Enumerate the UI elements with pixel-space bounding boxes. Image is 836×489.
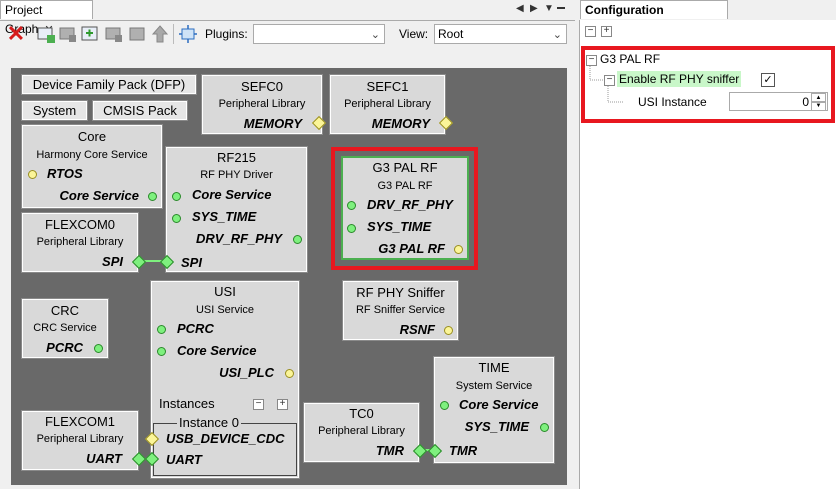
port-label: SYS_TIME <box>367 219 432 234</box>
port-core-service-icon[interactable] <box>148 192 157 201</box>
node-title: SEFC1 <box>366 79 409 94</box>
device-family-pack-button[interactable]: Device Family Pack (DFP) <box>22 75 196 94</box>
port-label: Core Service <box>59 188 140 203</box>
node-tc0[interactable]: TC0 Peripheral Library TMR <box>304 403 419 462</box>
port-core-service-icon[interactable] <box>172 192 181 201</box>
port-label: DRV_RF_PHY <box>196 231 282 246</box>
port-drv-rf-phy-icon[interactable] <box>293 235 302 244</box>
node-g3-pal-rf[interactable]: G3 PAL RF G3 PAL RF DRV_RF_PHY SYS_TIME … <box>341 156 469 260</box>
node-subtitle: RF Sniffer Service <box>355 304 446 316</box>
enable-rf-phy-sniffer-checkbox[interactable]: ✓ <box>761 73 775 87</box>
node-title: CRC <box>50 303 80 318</box>
port-label: SPI <box>181 255 202 270</box>
node-title: USI <box>214 284 236 299</box>
port-label: TMR <box>375 443 404 458</box>
port-label: PCRC <box>46 340 83 355</box>
port-label: PCRC <box>177 321 214 336</box>
port-rtos-icon[interactable] <box>28 170 37 179</box>
node-subtitle: USI Service <box>195 304 255 316</box>
port-label: Core Service <box>459 397 539 412</box>
node-usi[interactable]: USI USI Service PCRC Core Service USI_PL… <box>151 281 299 478</box>
port-label: USI_PLC <box>219 365 274 380</box>
expand-instances-icon[interactable]: + <box>277 399 288 410</box>
port-label: UART <box>86 451 122 466</box>
spinner-down-icon[interactable]: ▼ <box>811 101 826 111</box>
node-subtitle: G3 PAL RF <box>377 180 433 192</box>
port-pcrc-icon[interactable] <box>157 325 166 334</box>
port-label: Core Service <box>177 343 257 358</box>
port-label: USB_DEVICE_CDC <box>166 431 285 446</box>
instance-0-label: Instance 0 <box>177 415 241 430</box>
port-sys-time-icon[interactable] <box>540 423 549 432</box>
node-title: TC0 <box>349 406 374 421</box>
node-title: SEFC0 <box>241 79 283 94</box>
port-usi-plc-icon[interactable] <box>285 369 294 378</box>
node-title: TIME <box>478 360 510 375</box>
port-label: RTOS <box>47 166 83 181</box>
collapse-instances-icon[interactable]: − <box>253 399 264 410</box>
system-button[interactable]: System <box>22 101 87 120</box>
cmsis-pack-button[interactable]: CMSIS Pack <box>93 101 187 120</box>
node-title: FLEXCOM0 <box>44 217 116 232</box>
node-flexcom1[interactable]: FLEXCOM1 Peripheral Library UART <box>22 411 138 470</box>
port-g3-pal-rf-icon[interactable] <box>454 245 463 254</box>
node-subtitle: Peripheral Library <box>36 236 124 248</box>
node-crc[interactable]: CRC CRC Service PCRC <box>22 299 108 358</box>
usi-instance-label: USI Instance <box>638 95 707 109</box>
enable-rf-phy-sniffer-label: Enable RF PHY sniffer <box>617 71 742 87</box>
node-rf215[interactable]: RF215 RF PHY Driver Core Service SYS_TIM… <box>166 147 307 272</box>
port-sys-time-icon[interactable] <box>172 214 181 223</box>
usi-instance-value: 0 <box>802 95 809 109</box>
port-core-service-icon[interactable] <box>440 401 449 410</box>
node-title: Core <box>77 129 107 144</box>
port-rsnf-icon[interactable] <box>444 326 453 335</box>
node-sefc1[interactable]: SEFC1 Peripheral Library MEMORY <box>330 75 445 134</box>
node-title: RF215 <box>216 150 257 165</box>
node-time[interactable]: TIME System Service Core Service SYS_TIM… <box>434 357 554 463</box>
port-pcrc-icon[interactable] <box>94 344 103 353</box>
port-label: G3 PAL RF <box>378 241 445 256</box>
node-subtitle: Peripheral Library <box>344 98 431 110</box>
node-title: FLEXCOM1 <box>44 414 116 429</box>
node-title: G3 PAL RF <box>372 160 438 175</box>
node-title: RF PHY Sniffer <box>356 285 445 300</box>
port-label: DRV_RF_PHY <box>367 197 453 212</box>
node-subtitle: Peripheral Library <box>318 425 405 437</box>
port-label: MEMORY <box>243 116 302 131</box>
node-sefc0[interactable]: SEFC0 Peripheral Library MEMORY <box>202 75 322 134</box>
node-rf-phy-sniffer[interactable]: RF PHY Sniffer RF Sniffer Service RSNF <box>343 281 458 340</box>
tree-collapse-icon[interactable]: − <box>604 75 615 86</box>
port-label: MEMORY <box>371 116 430 131</box>
expand-all-icon[interactable]: + <box>601 26 612 37</box>
port-label: RSNF <box>399 322 435 337</box>
port-label: SYS_TIME <box>464 419 529 434</box>
port-label: SYS_TIME <box>192 209 257 224</box>
tree-collapse-icon[interactable]: − <box>586 55 597 66</box>
port-label: UART <box>166 452 202 467</box>
port-drv-rf-phy-icon[interactable] <box>347 201 356 210</box>
node-flexcom0[interactable]: FLEXCOM0 Peripheral Library SPI <box>22 213 138 272</box>
node-subtitle: Peripheral Library <box>218 98 306 110</box>
node-subtitle: System Service <box>455 380 533 392</box>
port-label: TMR <box>449 443 478 458</box>
node-subtitle: Harmony Core Service <box>36 149 148 161</box>
node-subtitle: Peripheral Library <box>36 433 124 445</box>
port-label: SPI <box>102 254 123 269</box>
node-core[interactable]: Core Harmony Core Service RTOS Core Serv… <box>22 125 162 208</box>
tree-root-label: G3 PAL RF <box>600 52 661 66</box>
node-subtitle: CRC Service <box>33 322 97 334</box>
port-sys-time-icon[interactable] <box>347 224 356 233</box>
port-label: Core Service <box>192 187 272 202</box>
tab-configuration-options[interactable]: Configuration Options✕ <box>580 0 728 36</box>
instances-label: Instances <box>159 396 215 411</box>
usi-instance-field[interactable]: 0 ▲ ▼ <box>729 92 828 111</box>
port-core-service-icon[interactable] <box>157 347 166 356</box>
node-subtitle: RF PHY Driver <box>200 169 273 181</box>
collapse-all-icon[interactable]: − <box>585 26 596 37</box>
